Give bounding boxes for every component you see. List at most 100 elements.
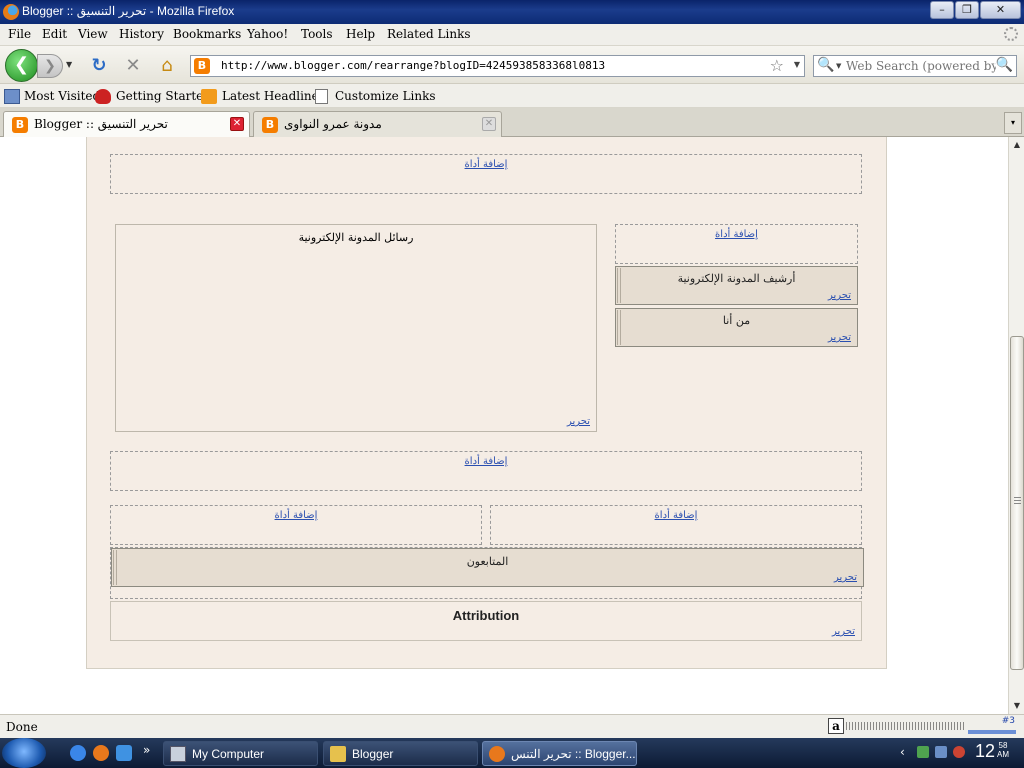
firefox-icon bbox=[3, 4, 19, 20]
forward-button[interactable]: ❯ bbox=[37, 54, 63, 78]
alexa-traffic-graph bbox=[846, 722, 966, 730]
menu-related-links[interactable]: Related Links bbox=[387, 27, 471, 41]
alexa-rank-text: #3 bbox=[1001, 716, 1015, 726]
blog-archive-widget[interactable]: أرشيف المدونة الإلكترونية تحرير bbox=[615, 266, 858, 305]
add-gadget-link[interactable]: إضافة أداة bbox=[111, 456, 861, 467]
close-tab-icon[interactable]: ✕ bbox=[230, 117, 244, 131]
start-button[interactable] bbox=[2, 738, 46, 768]
maximize-button[interactable]: ❐ bbox=[955, 1, 979, 19]
url-text[interactable]: http://www.blogger.com/rearrange?blogID=… bbox=[221, 59, 605, 72]
minimize-button[interactable]: – bbox=[930, 1, 954, 19]
bookmark-getting-started[interactable]: Getting Started bbox=[116, 89, 211, 103]
address-bar[interactable]: B http://www.blogger.com/rearrange?blogI… bbox=[190, 55, 805, 77]
blog-archive-title: أرشيف المدونة الإلكترونية bbox=[677, 272, 796, 285]
menu-edit[interactable]: Edit bbox=[42, 27, 67, 41]
browser-icon[interactable] bbox=[116, 745, 132, 761]
internet-explorer-icon[interactable] bbox=[70, 745, 86, 761]
taskbar-button-label: My Computer bbox=[192, 747, 265, 761]
bookmark-customize-links[interactable]: Customize Links bbox=[335, 89, 436, 103]
menu-help[interactable]: Help bbox=[346, 27, 375, 41]
window-title-bar: Blogger :: تحرير التنسيق - Mozilla Firef… bbox=[0, 0, 1024, 24]
tab-blogger-layout[interactable]: B Blogger :: تحرير التنسيق ✕ bbox=[3, 111, 250, 138]
edit-link[interactable]: تحرير bbox=[828, 290, 851, 301]
security-shield-icon[interactable] bbox=[953, 746, 965, 758]
activity-throbber-icon bbox=[1004, 27, 1018, 41]
history-dropdown-icon[interactable]: ▼ bbox=[66, 60, 72, 69]
menu-bar: File Edit View History Bookmarks Yahoo! … bbox=[0, 24, 1024, 46]
add-gadget-link[interactable]: إضافة أداة bbox=[491, 510, 861, 521]
taskbar-button-firefox[interactable]: تحرير التنس :: Blogger... bbox=[482, 741, 637, 766]
close-tab-icon[interactable]: ✕ bbox=[482, 117, 496, 131]
vertical-scrollbar[interactable]: ▲ ▼ bbox=[1008, 137, 1024, 714]
followers-widget[interactable]: المتابعون تحرير bbox=[111, 548, 864, 587]
menu-bookmarks[interactable]: Bookmarks bbox=[173, 27, 241, 41]
tab-blog[interactable]: B مدونة عمرو النواوى ✕ bbox=[253, 111, 502, 137]
network-icon[interactable] bbox=[935, 746, 947, 758]
search-engine-icon[interactable]: 🔍 bbox=[817, 57, 834, 73]
quick-launch-more-icon[interactable]: » bbox=[143, 743, 150, 757]
taskbar-button-my-computer[interactable]: My Computer bbox=[163, 741, 318, 766]
firefox-icon[interactable] bbox=[93, 745, 109, 761]
star-icon[interactable]: ☆ bbox=[770, 56, 784, 75]
search-engine-dropdown-icon[interactable]: ▼ bbox=[836, 62, 841, 70]
add-gadget-link[interactable]: إضافة أداة bbox=[111, 159, 861, 170]
blogger-favicon-icon: B bbox=[12, 117, 28, 133]
stop-button[interactable]: ✕ bbox=[122, 55, 144, 77]
edit-link[interactable]: تحرير bbox=[832, 626, 855, 637]
close-window-button[interactable]: ✕ bbox=[980, 1, 1021, 19]
menu-tools[interactable]: Tools bbox=[301, 27, 333, 41]
getting-started-icon bbox=[95, 89, 111, 104]
menu-file[interactable]: File bbox=[8, 27, 31, 41]
alexa-rank[interactable]: #3 bbox=[968, 716, 1018, 736]
taskbar-button-label: Blogger bbox=[352, 747, 394, 761]
url-dropdown-icon[interactable]: ▼ bbox=[794, 60, 800, 69]
blog-posts-widget[interactable]: رسائل المدونة الإلكترونية تحرير bbox=[115, 224, 597, 432]
home-icon: ⌂ bbox=[161, 55, 173, 76]
grip-icon bbox=[1014, 497, 1021, 505]
tab-list-button[interactable]: ▾ bbox=[1004, 112, 1022, 134]
search-box[interactable]: 🔍 ▼ 🔍 bbox=[813, 55, 1017, 77]
clock-minutes: 58 bbox=[998, 741, 1008, 750]
forward-arrow-icon: ❯ bbox=[44, 58, 56, 74]
about-me-title: من أنا bbox=[722, 314, 751, 327]
window-title: Blogger :: تحرير التنسيق - Mozilla Firef… bbox=[22, 4, 235, 18]
footer-gadget-slot: إضافة أداة bbox=[110, 451, 862, 491]
stop-icon: ✕ bbox=[125, 55, 141, 76]
followers-title: المتابعون bbox=[466, 555, 509, 568]
scrollbar-thumb[interactable] bbox=[1010, 336, 1024, 670]
reload-button[interactable]: ↻ bbox=[88, 55, 110, 77]
about-me-widget[interactable]: من أنا تحرير bbox=[615, 308, 858, 347]
blogger-favicon-icon: B bbox=[194, 58, 210, 74]
menu-yahoo[interactable]: Yahoo! bbox=[247, 27, 288, 41]
attribution-title: Attribution bbox=[452, 608, 520, 623]
edit-link[interactable]: تحرير bbox=[828, 332, 851, 343]
bookmark-most-visited[interactable]: Most Visited bbox=[24, 89, 100, 103]
clock-hour[interactable]: 12 bbox=[975, 741, 995, 762]
add-gadget-link[interactable]: إضافة أداة bbox=[111, 510, 481, 521]
back-button[interactable]: ❮ bbox=[5, 49, 38, 82]
search-go-icon[interactable]: 🔍 bbox=[996, 57, 1013, 73]
attribution-widget[interactable]: Attribution تحرير bbox=[110, 601, 862, 641]
windows-taskbar: » My Computer Blogger تحرير التنس :: Blo… bbox=[0, 738, 1024, 768]
taskbar-button-label: تحرير التنس :: Blogger... bbox=[511, 747, 636, 761]
taskbar-button-blogger-folder[interactable]: Blogger bbox=[323, 741, 478, 766]
tray-app-icon[interactable] bbox=[917, 746, 929, 758]
back-arrow-icon: ❮ bbox=[13, 54, 30, 75]
scroll-down-icon[interactable]: ▼ bbox=[1009, 698, 1024, 714]
blogger-favicon-icon: B bbox=[262, 117, 278, 133]
menu-view[interactable]: View bbox=[78, 27, 108, 41]
page-content: إضافة أداة رسائل المدونة الإلكترونية تحر… bbox=[0, 137, 1008, 714]
home-button[interactable]: ⌂ bbox=[156, 55, 178, 77]
footer-right-gadget-slot: إضافة أداة bbox=[490, 505, 862, 545]
firefox-icon bbox=[489, 746, 505, 762]
bookmark-latest-headlines[interactable]: Latest Headlines bbox=[222, 89, 325, 103]
search-input[interactable] bbox=[846, 58, 996, 74]
add-gadget-link[interactable]: إضافة أداة bbox=[616, 229, 857, 240]
edit-link[interactable]: تحرير bbox=[567, 416, 590, 427]
scroll-up-icon[interactable]: ▲ bbox=[1009, 137, 1024, 153]
alexa-icon[interactable]: a bbox=[828, 718, 844, 734]
rss-feed-icon bbox=[201, 89, 217, 104]
edit-link[interactable]: تحرير bbox=[834, 572, 857, 583]
tray-expand-icon[interactable]: ‹ bbox=[900, 745, 905, 759]
menu-history[interactable]: History bbox=[119, 27, 164, 41]
